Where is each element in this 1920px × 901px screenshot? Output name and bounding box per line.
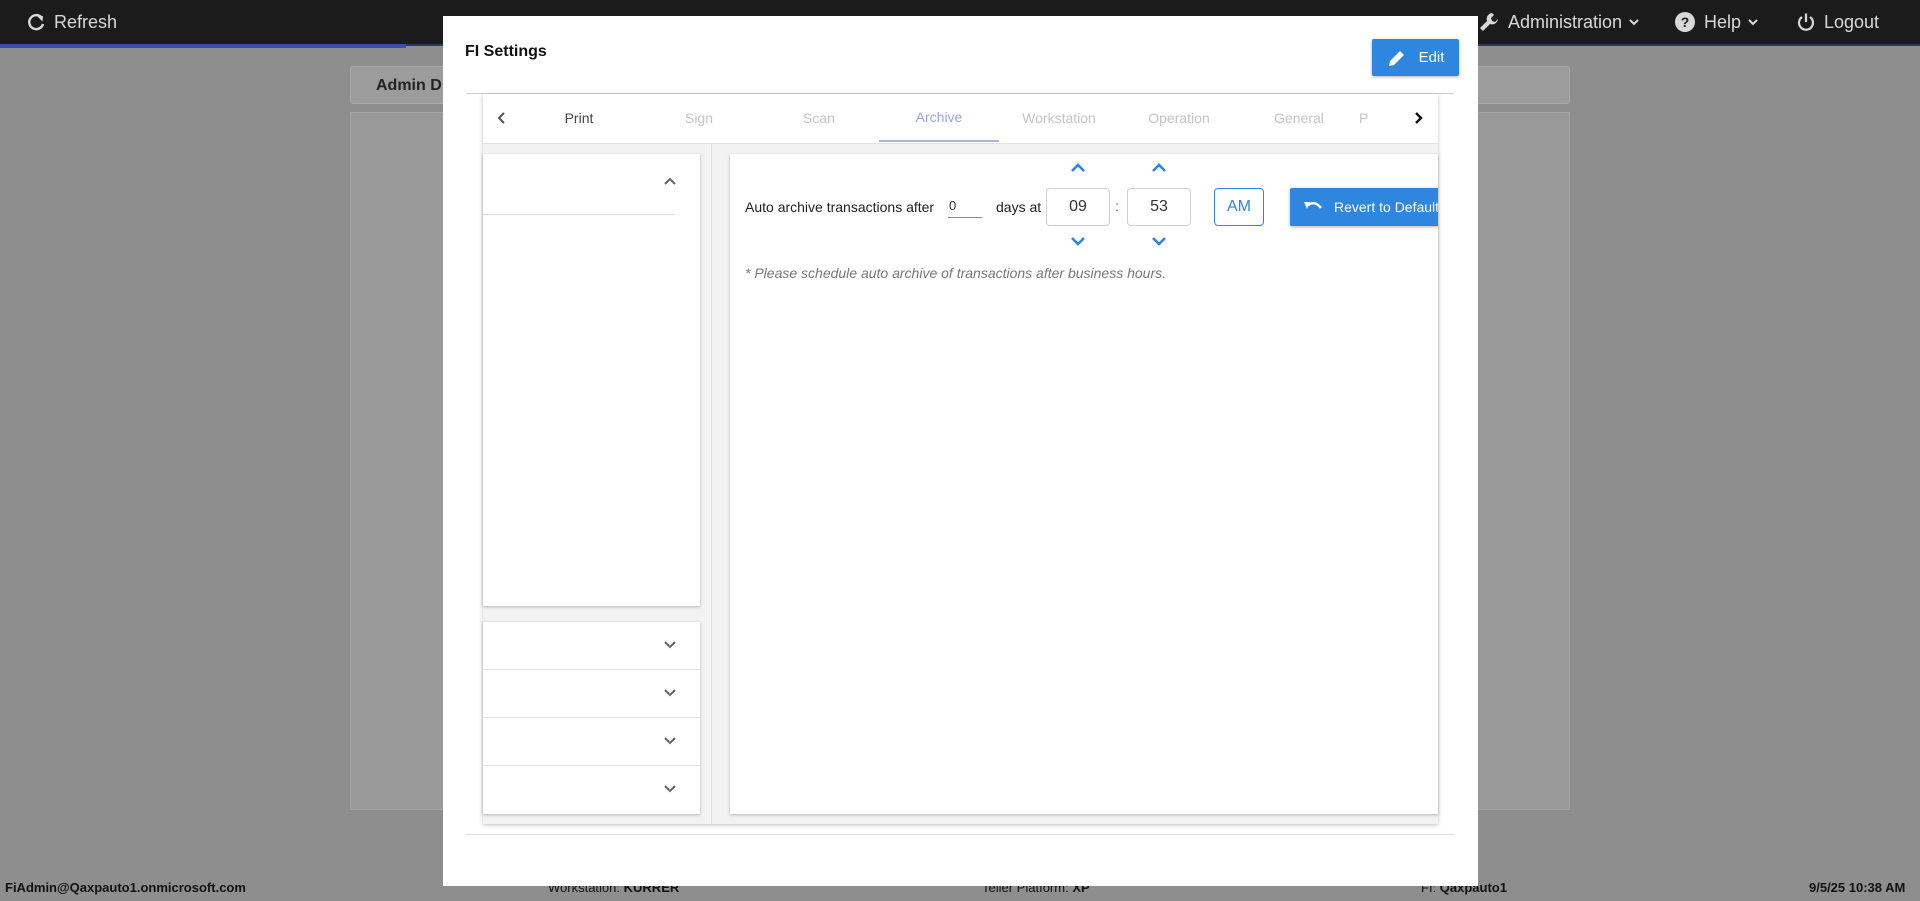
chevron-up-icon[interactable] xyxy=(663,176,677,186)
days-at-label: days at xyxy=(996,199,1042,215)
help-label: Help xyxy=(1704,11,1742,32)
refresh-label: Refresh xyxy=(54,11,118,32)
chevron-down-icon xyxy=(1748,19,1758,26)
hour-increment-button[interactable] xyxy=(1069,162,1087,174)
refresh-icon xyxy=(28,13,45,31)
collapsed-section-row[interactable] xyxy=(483,766,700,814)
tab-general[interactable]: General xyxy=(1239,94,1359,142)
administration-menu[interactable]: Administration xyxy=(1478,0,1640,44)
wrench-icon xyxy=(1480,13,1498,31)
section-divider xyxy=(483,214,675,215)
undo-icon xyxy=(1304,201,1322,209)
power-icon xyxy=(1797,13,1815,31)
time-separator: : xyxy=(1115,198,1119,214)
archive-days-input[interactable] xyxy=(948,194,982,218)
settings-panel: Print Sign Scan Archive Workstation Oper… xyxy=(483,94,1438,824)
collapsed-section-row[interactable] xyxy=(483,622,700,670)
help-icon: ? xyxy=(1675,12,1695,32)
logout-label: Logout xyxy=(1824,11,1880,32)
auto-archive-label: Auto archive transactions after xyxy=(745,199,935,215)
chevron-left-icon xyxy=(497,112,505,124)
chevron-down-icon xyxy=(1629,19,1639,26)
am-pm-toggle[interactable]: AM xyxy=(1214,188,1264,226)
chevron-down-icon xyxy=(1071,237,1085,246)
user-email: FiAdmin@Qaxpauto1.onmicrosoft.com xyxy=(5,880,246,895)
help-menu[interactable]: ? Help xyxy=(1674,0,1759,44)
archive-schedule-note: * Please schedule auto archive of transa… xyxy=(745,265,1167,281)
tabs-scroll-left[interactable] xyxy=(491,107,513,129)
chevron-up-icon xyxy=(1152,163,1166,172)
edit-label: Edit xyxy=(1418,49,1445,66)
hour-decrement-button[interactable] xyxy=(1069,235,1087,247)
modal-header xyxy=(466,38,1454,94)
hour-field[interactable]: 09 xyxy=(1046,188,1110,226)
status-user: FiAdmin@Qaxpauto1.onmicrosoft.com xyxy=(5,880,246,895)
tab-workstation[interactable]: Workstation xyxy=(999,94,1119,142)
panel-divider xyxy=(711,144,712,824)
background-card-title: Admin D xyxy=(376,77,442,94)
tab-print[interactable]: Print xyxy=(519,94,639,142)
status-datetime: 9/5/25 10:38 AM xyxy=(1809,880,1905,895)
chevron-down-icon xyxy=(664,737,676,745)
loading-progress-bar xyxy=(0,44,406,48)
tab-archive[interactable]: Archive xyxy=(879,94,999,142)
modal-footer-divider xyxy=(466,834,1454,835)
edit-button[interactable]: Edit xyxy=(1372,39,1459,76)
left-collapsed-sections xyxy=(483,622,700,814)
chevron-down-icon xyxy=(1152,237,1166,246)
collapsed-section-row[interactable] xyxy=(483,670,700,718)
tab-operation[interactable]: Operation xyxy=(1119,94,1239,142)
tabs-scroll-right[interactable] xyxy=(1407,107,1429,129)
revert-label: Revert to Default xyxy=(1334,199,1438,215)
refresh-button[interactable]: Refresh xyxy=(26,0,117,44)
modal-title: FI Settings xyxy=(465,43,547,60)
pencil-icon xyxy=(1388,50,1404,66)
settings-tabs: Print Sign Scan Archive Workstation Oper… xyxy=(483,94,1438,144)
left-expanded-section xyxy=(483,154,700,606)
tab-partial[interactable]: P xyxy=(1359,94,1401,142)
revert-to-default-button[interactable]: Revert to Default xyxy=(1290,188,1438,226)
datetime-value: 9/5/25 10:38 AM xyxy=(1809,880,1906,895)
archive-settings-content: Auto archive transactions after days at … xyxy=(730,154,1438,814)
minute-decrement-button[interactable] xyxy=(1150,235,1168,247)
chevron-up-icon xyxy=(1071,163,1085,172)
chevron-down-icon xyxy=(664,689,676,697)
minute-field[interactable]: 53 xyxy=(1127,188,1191,226)
minute-increment-button[interactable] xyxy=(1150,162,1168,174)
chevron-right-icon xyxy=(1415,112,1423,124)
tab-scan[interactable]: Scan xyxy=(759,94,879,142)
fi-settings-modal: FI Settings Edit Print Sign Scan Archive… xyxy=(443,16,1478,886)
collapsed-section-row[interactable] xyxy=(483,718,700,766)
svg-text:?: ? xyxy=(1681,14,1690,30)
administration-label: Administration xyxy=(1508,11,1623,32)
tab-sign[interactable]: Sign xyxy=(639,94,759,142)
logout-button[interactable]: Logout xyxy=(1796,0,1879,44)
chevron-down-icon xyxy=(664,785,676,793)
chevron-down-icon xyxy=(664,641,676,649)
